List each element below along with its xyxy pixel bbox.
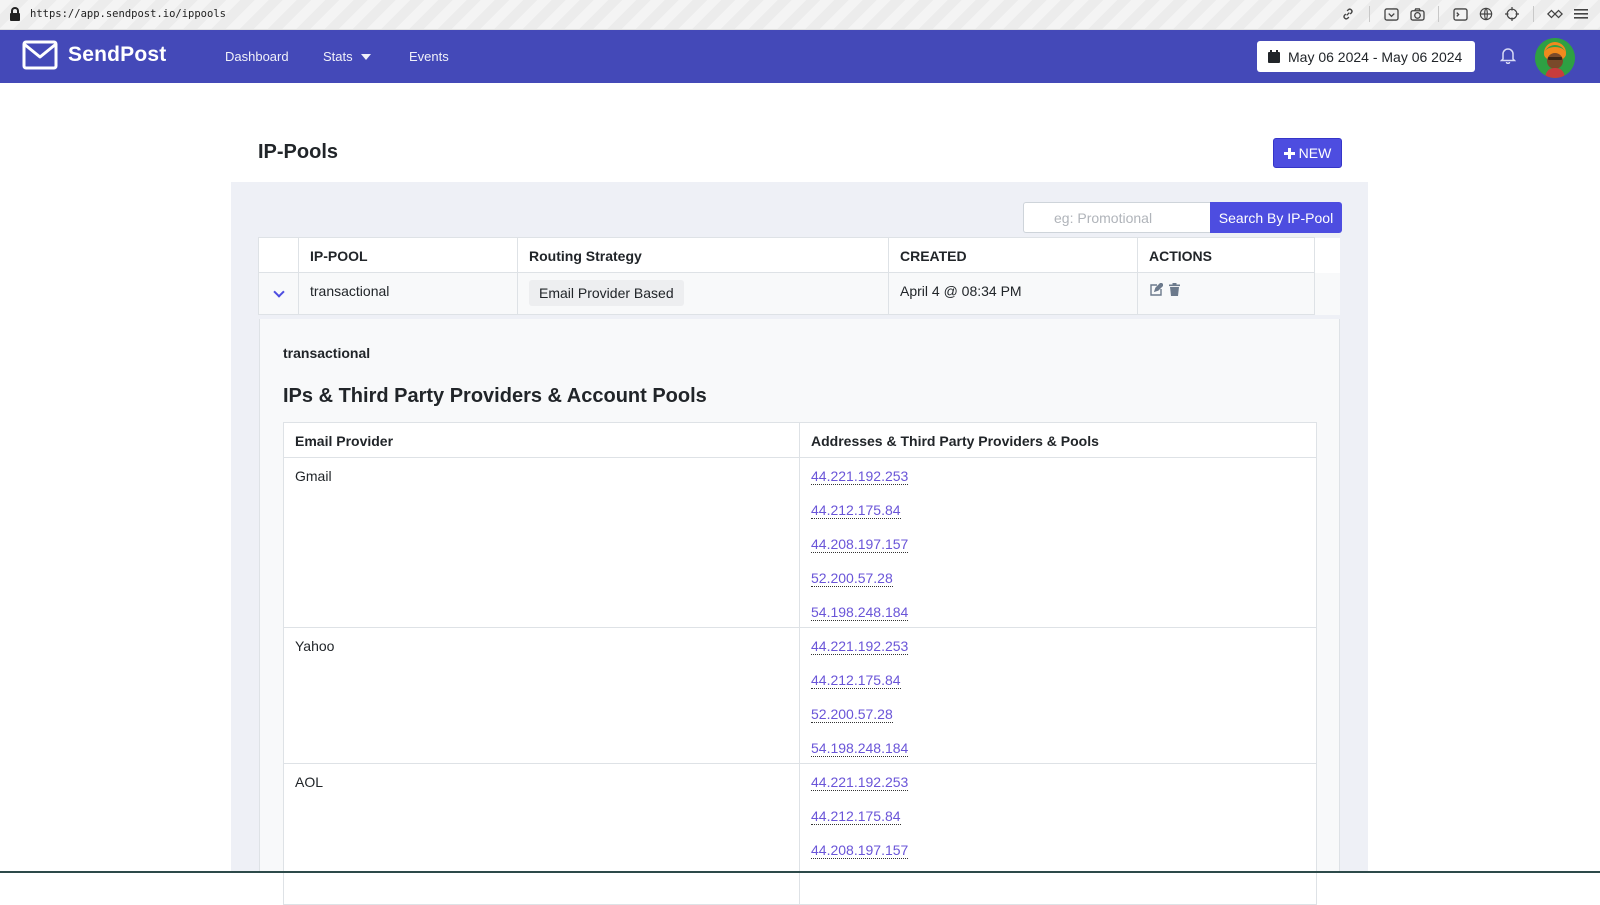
new-button-label: NEW	[1298, 145, 1332, 161]
trash-icon[interactable]	[1169, 283, 1180, 296]
page-title: IP-Pools	[258, 141, 339, 163]
nav-stats[interactable]: Stats	[323, 49, 371, 64]
header-actions: ACTIONS	[1137, 237, 1315, 273]
top-navbar: SendPost Dashboard Stats Events May 06 2…	[0, 30, 1600, 83]
ip-link[interactable]: 44.221.192.253	[811, 774, 909, 791]
nav-stats-label: Stats	[323, 49, 353, 64]
table-header-row: IP-POOL Routing Strategy CREATED ACTIONS	[258, 237, 1340, 273]
provider-name: Yahoo	[284, 628, 800, 763]
screenshot-icon[interactable]	[1382, 5, 1400, 23]
actions-cell	[1137, 272, 1315, 315]
lock-icon	[10, 7, 20, 21]
detail-section-title: IPs & Third Party Providers & Account Po…	[283, 385, 707, 407]
ip-link[interactable]: 44.208.197.157	[811, 536, 909, 553]
ip-list: 44.221.192.253 44.212.175.84 52.200.57.2…	[800, 628, 1316, 763]
ip-link[interactable]: 54.198.248.184	[811, 604, 909, 621]
search-button[interactable]: Search By IP-Pool	[1210, 202, 1342, 233]
card-header: IP-Pools NEW	[231, 124, 1368, 182]
header-expand-cell	[258, 237, 299, 273]
link-icon[interactable]	[1339, 5, 1357, 23]
bell-icon[interactable]	[1499, 46, 1517, 69]
pool-name-cell: transactional	[298, 272, 518, 315]
terminal-icon[interactable]	[1451, 5, 1469, 23]
globe-icon[interactable]	[1477, 5, 1495, 23]
ip-link[interactable]: 44.212.175.84	[811, 502, 901, 519]
plus-icon	[1283, 147, 1295, 159]
brand-name: SendPost	[68, 43, 167, 66]
provider-table: Email Provider Addresses & Third Party P…	[283, 422, 1317, 905]
ip-link[interactable]: 52.200.57.28	[811, 706, 893, 723]
chevron-down-icon	[273, 286, 285, 298]
search-group: Search By IP-Pool	[1023, 202, 1342, 233]
created-cell: April 4 @ 08:34 PM	[888, 272, 1138, 315]
extension-icon[interactable]	[1546, 5, 1564, 23]
ip-list: 44.221.192.253 44.212.175.84 44.208.197.…	[800, 764, 1316, 904]
provider-row-yahoo: Yahoo 44.221.192.253 44.212.175.84 52.20…	[284, 628, 1316, 764]
ip-link[interactable]: 44.221.192.253	[811, 468, 909, 485]
header-addresses: Addresses & Third Party Providers & Pool…	[811, 433, 1099, 449]
edit-icon[interactable]	[1149, 283, 1163, 296]
browser-url-bar: https://app.sendpost.io/ippools	[0, 0, 1600, 30]
ip-pools-card: IP-Pools NEW Search By IP-Pool IP-POOL R…	[231, 124, 1368, 905]
ip-link[interactable]: 44.208.197.157	[811, 842, 909, 859]
ip-link[interactable]: 44.221.192.253	[811, 638, 909, 655]
detail-pool-name: transactional	[283, 345, 371, 361]
ip-pools-table: IP-POOL Routing Strategy CREATED ACTIONS…	[258, 237, 1340, 315]
user-avatar[interactable]	[1535, 38, 1575, 78]
provider-name: AOL	[284, 764, 800, 904]
ip-link[interactable]: 54.198.248.184	[811, 740, 909, 757]
ip-link[interactable]: 44.212.175.84	[811, 808, 901, 825]
provider-name: Gmail	[284, 458, 800, 627]
envelope-logo-icon	[22, 40, 58, 70]
header-routing-strategy: Routing Strategy	[517, 237, 889, 273]
brand-logo[interactable]: SendPost	[22, 40, 166, 70]
header-created: CREATED	[888, 237, 1138, 273]
date-range-text: May 06 2024 - May 06 2024	[1288, 48, 1463, 65]
new-pool-button[interactable]: NEW	[1273, 138, 1342, 168]
routing-strategy-badge: Email Provider Based	[529, 280, 684, 306]
camera-icon[interactable]	[1408, 5, 1426, 23]
provider-row-aol: AOL 44.221.192.253 44.212.175.84 44.208.…	[284, 764, 1316, 904]
provider-row-gmail: Gmail 44.221.192.253 44.212.175.84 44.20…	[284, 458, 1316, 628]
ip-list: 44.221.192.253 44.212.175.84 44.208.197.…	[800, 458, 1316, 627]
header-email-provider: Email Provider	[284, 423, 800, 457]
nav-dashboard[interactable]: Dashboard	[225, 49, 289, 64]
caret-down-icon	[360, 53, 371, 60]
ip-link[interactable]: 52.200.57.28	[811, 570, 893, 587]
date-range-picker[interactable]: May 06 2024 - May 06 2024	[1257, 41, 1475, 72]
calendar-icon	[1268, 50, 1280, 63]
menu-icon[interactable]	[1572, 5, 1590, 23]
pool-detail-panel: transactional IPs & Third Party Provider…	[259, 319, 1340, 905]
nav-events[interactable]: Events	[409, 49, 449, 64]
provider-table-header: Email Provider Addresses & Third Party P…	[284, 423, 1316, 458]
table-row[interactable]: transactional Email Provider Based April…	[258, 272, 1340, 315]
crosshair-icon[interactable]	[1503, 5, 1521, 23]
url-text[interactable]: https://app.sendpost.io/ippools	[30, 8, 226, 20]
expand-toggle[interactable]	[258, 272, 299, 315]
header-ip-pool: IP-POOL	[298, 237, 518, 273]
search-input[interactable]	[1023, 202, 1210, 233]
ip-link[interactable]: 44.212.175.84	[811, 672, 901, 689]
routing-strategy-cell: Email Provider Based	[517, 272, 889, 315]
